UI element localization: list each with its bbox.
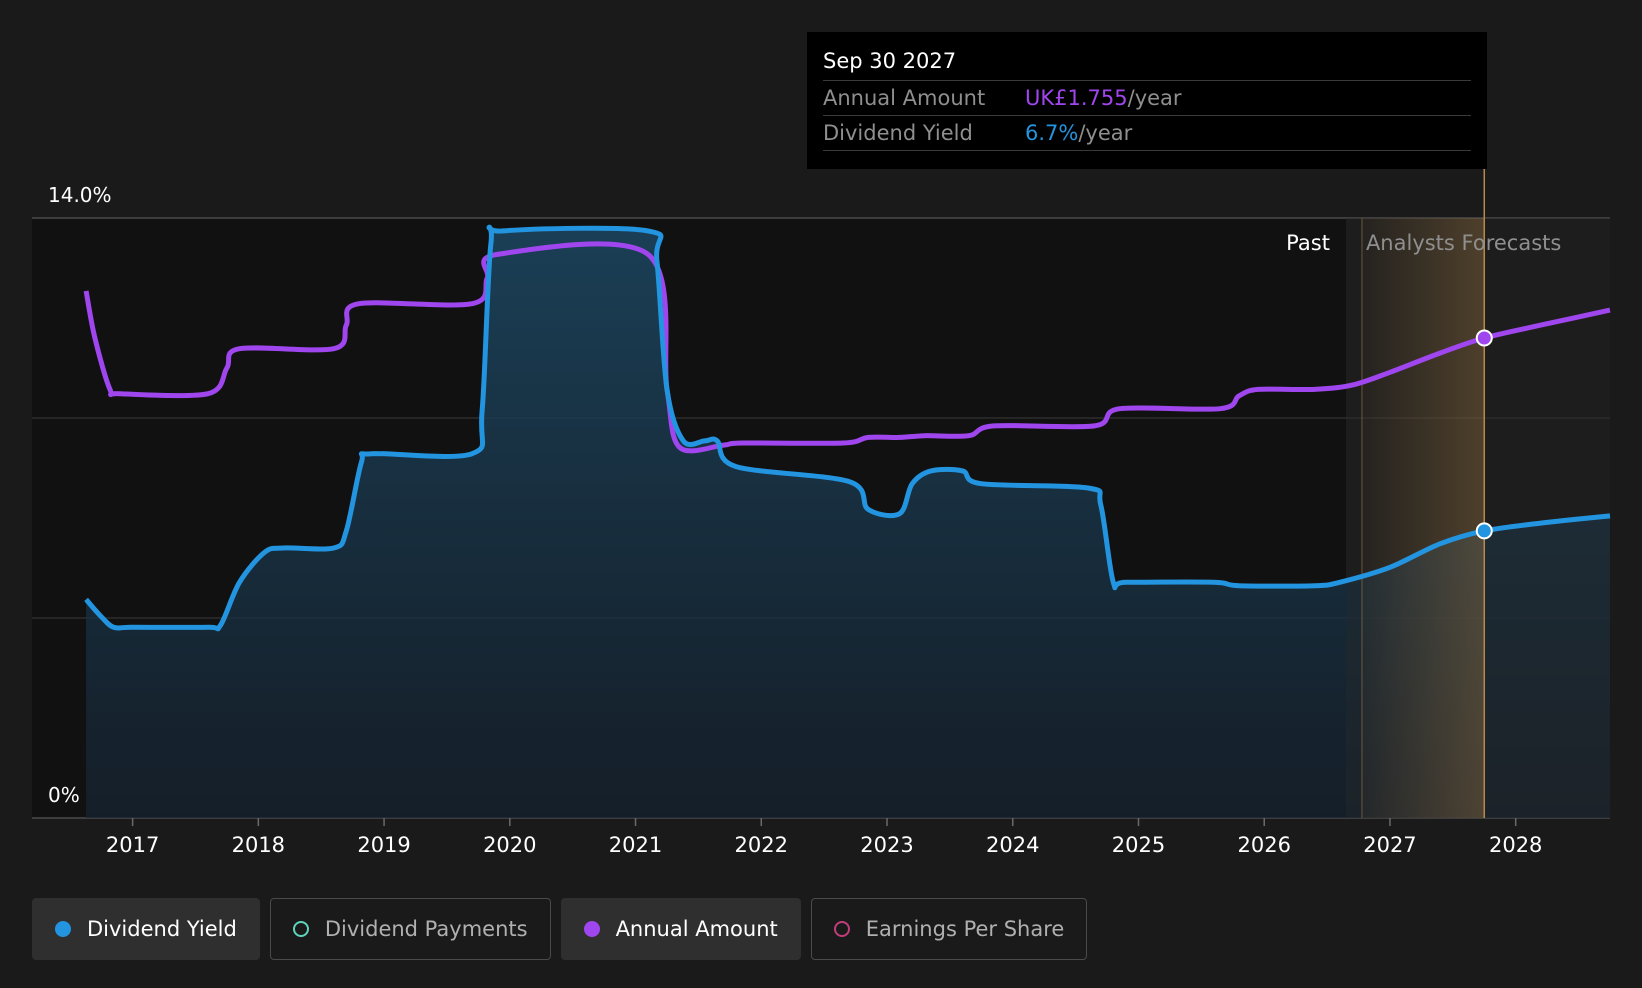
legend-dividend-yield-button[interactable]: Dividend Yield [32, 898, 260, 960]
tooltip-yield-unit: /year [1078, 121, 1133, 145]
x-tick-label: 2022 [735, 833, 788, 857]
legend-label: Dividend Payments [324, 917, 528, 941]
tooltip-annual-unit: /year [1127, 86, 1182, 110]
earnings-per-share-ring-icon [833, 921, 850, 937]
x-tick-label: 2026 [1237, 833, 1290, 857]
x-tick-label: 2023 [860, 833, 913, 857]
x-tick-label: 2027 [1363, 833, 1416, 857]
annual-amount-dot-icon [583, 921, 600, 937]
dividend-yield-dot-icon [55, 921, 71, 937]
forecast-label: Analysts Forecasts [1366, 231, 1561, 255]
x-tick-label: 2024 [986, 833, 1039, 857]
dividend-payments-ring-icon [292, 921, 309, 937]
legend: Dividend Yield Dividend Payments Annual … [32, 898, 1097, 960]
x-tick-label: 2025 [1112, 833, 1165, 857]
x-tick-label: 2019 [357, 833, 410, 857]
legend-label: Earnings Per Share [865, 917, 1065, 941]
legend-label: Annual Amount [615, 917, 778, 941]
legend-label: Dividend Yield [87, 917, 237, 941]
dividend-yield-marker [1475, 522, 1493, 540]
x-tick-label: 2017 [106, 833, 159, 857]
tooltip-yield-value: 6.7% [1025, 121, 1079, 145]
tooltip-annual-label: Annual Amount [823, 86, 986, 110]
x-tick-label: 2020 [483, 833, 536, 857]
past-label: Past [1286, 231, 1330, 255]
tooltip-date: Sep 30 2027 [823, 46, 1471, 81]
tooltip-annual-row: Annual Amount UK£1.755 /year [823, 81, 1471, 116]
tooltip-yield-row: Dividend Yield 6.7% /year [823, 116, 1471, 151]
legend-annual-amount-button[interactable]: Annual Amount [560, 898, 801, 960]
highlight-band [1361, 218, 1485, 818]
tooltip-yield-label: Dividend Yield [823, 121, 973, 145]
legend-dividend-payments-button[interactable]: Dividend Payments [269, 898, 551, 960]
x-tick-label: 2021 [609, 833, 662, 857]
y-tick-label-top: 14.0% [48, 183, 112, 207]
tooltip-annual-value: UK£1.755 [1025, 86, 1128, 110]
x-tick-label: 2018 [232, 833, 285, 857]
y-tick-label-bottom: 0% [48, 783, 80, 807]
x-tick-label: 2028 [1489, 833, 1542, 857]
tooltip: Sep 30 2027 Annual Amount UK£1.755 /year… [807, 32, 1487, 169]
legend-earnings-per-share-button[interactable]: Earnings Per Share [810, 898, 1088, 960]
annual-amount-marker [1475, 329, 1493, 347]
